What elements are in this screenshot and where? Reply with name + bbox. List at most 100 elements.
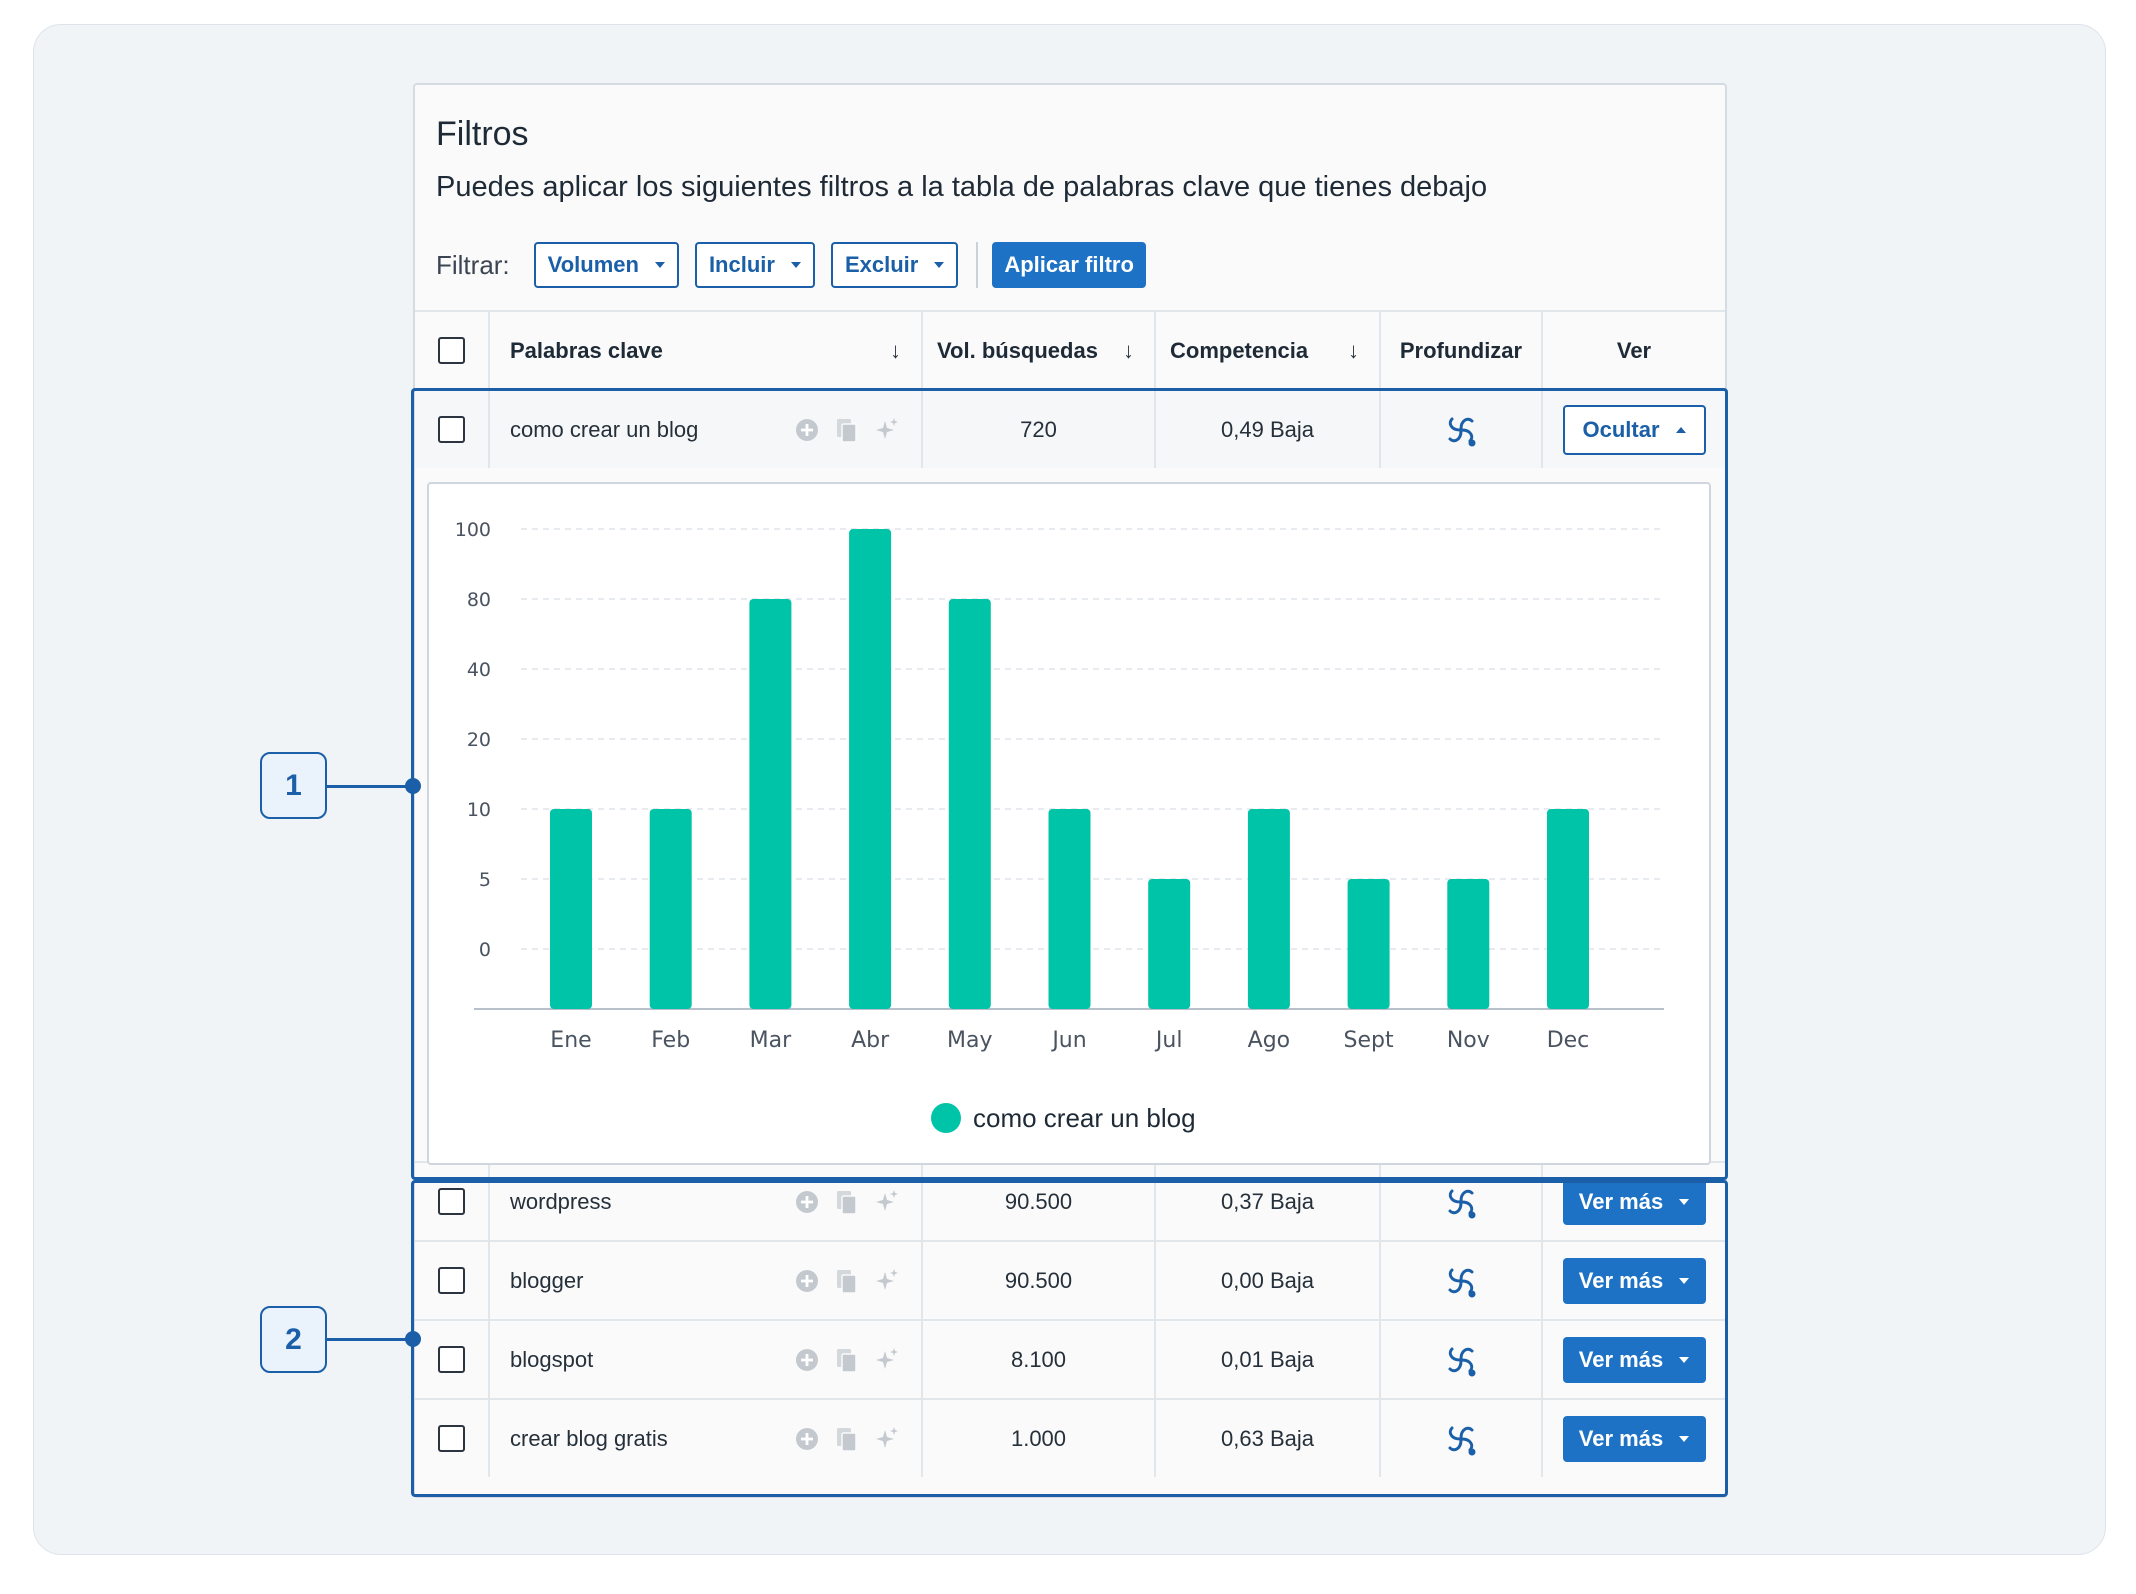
row-checkbox[interactable] bbox=[438, 416, 465, 443]
see-more-label: Ver más bbox=[1578, 1346, 1664, 1372]
x-tick-label: Ago bbox=[1248, 1028, 1290, 1053]
bar bbox=[1247, 809, 1290, 1009]
competition-cell: 0,37 Baja bbox=[1156, 1163, 1381, 1240]
see-more-button[interactable]: Ver más bbox=[1562, 1178, 1706, 1225]
sort-arrow-icon[interactable]: ↓ bbox=[890, 338, 901, 364]
see-more-label: Ver más bbox=[1578, 1188, 1664, 1214]
column-view-label: Ver bbox=[1616, 337, 1652, 363]
filter-bar: Filtrar: Volumen Incluir Excluir Aplicar… bbox=[436, 242, 1146, 288]
view-cell: Ver más bbox=[1543, 1321, 1725, 1398]
table-row: blogspot 8.100 0,01 Baja Ver más bbox=[415, 1319, 1725, 1398]
y-tick-label: 5 bbox=[479, 869, 491, 891]
chevron-up-icon bbox=[1675, 426, 1686, 433]
column-deepen: Profundizar bbox=[1381, 312, 1543, 389]
search-volume-chart: 0 5 10 20 40 80 100 Ene Feb Mar Abr May Jun Jul Ago Sep… bbox=[455, 519, 1664, 1133]
plus-circle-icon[interactable] bbox=[793, 1425, 821, 1453]
volume-cell: 8.100 bbox=[923, 1321, 1156, 1398]
swirl-icon[interactable] bbox=[1441, 1261, 1481, 1301]
chevron-down-icon bbox=[1679, 1356, 1690, 1363]
sparkle-icon[interactable] bbox=[873, 1425, 901, 1453]
row-check-cell bbox=[415, 1321, 490, 1398]
x-tick-label: Nov bbox=[1447, 1028, 1490, 1053]
filter-label: Filtrar: bbox=[436, 249, 510, 280]
volume-cell: 90.500 bbox=[923, 1242, 1156, 1319]
x-tick-label: Jun bbox=[1050, 1028, 1086, 1053]
swirl-icon[interactable] bbox=[1441, 410, 1481, 450]
include-filter-dropdown[interactable]: Incluir bbox=[694, 242, 815, 288]
swirl-icon[interactable] bbox=[1441, 1340, 1481, 1380]
see-more-button[interactable]: Ver más bbox=[1562, 1257, 1706, 1304]
row-checkbox[interactable] bbox=[438, 1188, 465, 1215]
y-tick-label: 10 bbox=[467, 799, 491, 821]
row-check-cell bbox=[415, 1163, 490, 1240]
bar bbox=[1547, 809, 1589, 1009]
sparkle-icon[interactable] bbox=[873, 1188, 901, 1216]
sparkle-icon[interactable] bbox=[873, 1267, 901, 1295]
row-checkbox[interactable] bbox=[438, 1346, 465, 1373]
copy-icon[interactable] bbox=[833, 1188, 861, 1216]
competition-cell: 0,63 Baja bbox=[1156, 1400, 1381, 1477]
y-tick-label: 40 bbox=[467, 659, 491, 681]
x-tick-label: Sept bbox=[1344, 1028, 1394, 1053]
chevron-down-icon bbox=[654, 262, 665, 268]
sort-arrow-icon[interactable]: ↓ bbox=[1348, 338, 1359, 364]
callout-dot-1 bbox=[405, 778, 421, 794]
callout-badge-2: 2 bbox=[260, 1306, 327, 1373]
column-competition[interactable]: Competencia ↓ bbox=[1156, 312, 1381, 389]
swirl-icon[interactable] bbox=[1441, 1182, 1481, 1222]
divider bbox=[976, 242, 979, 288]
bar bbox=[1048, 809, 1091, 1009]
row-checkbox[interactable] bbox=[438, 1267, 465, 1294]
chevron-down-icon bbox=[1679, 1277, 1690, 1284]
plus-circle-icon[interactable] bbox=[793, 1346, 821, 1374]
chevron-down-icon bbox=[934, 262, 945, 268]
column-deepen-label: Profundizar bbox=[1399, 337, 1523, 363]
apply-filter-button[interactable]: Aplicar filtro bbox=[992, 242, 1146, 288]
plus-circle-icon[interactable] bbox=[793, 1267, 821, 1295]
hide-button-label: Ocultar bbox=[1582, 416, 1660, 442]
copy-icon[interactable] bbox=[833, 416, 861, 444]
see-more-button[interactable]: Ver más bbox=[1562, 1415, 1706, 1462]
exclude-filter-label: Excluir bbox=[844, 252, 919, 277]
chart-panel: 0 5 10 20 40 80 100 Ene Feb Mar Abr May Jun Jul Ago Sep… bbox=[427, 482, 1711, 1165]
column-view: Ver bbox=[1543, 312, 1725, 389]
bar bbox=[948, 599, 991, 1009]
x-tick-label: May bbox=[947, 1028, 992, 1053]
view-cell: Ver más bbox=[1543, 1400, 1725, 1477]
x-tick-label: Dec bbox=[1547, 1028, 1590, 1053]
plus-circle-icon[interactable] bbox=[793, 416, 821, 444]
exclude-filter-dropdown[interactable]: Excluir bbox=[830, 242, 959, 288]
bar bbox=[550, 809, 592, 1009]
copy-icon[interactable] bbox=[833, 1267, 861, 1295]
table-row: crear blog gratis 1.000 0,63 Baja Ver má… bbox=[415, 1398, 1725, 1477]
keyword-text: wordpress bbox=[510, 1188, 612, 1214]
deepen-cell bbox=[1381, 1242, 1543, 1319]
bar bbox=[849, 529, 892, 1009]
copy-icon[interactable] bbox=[833, 1346, 861, 1374]
volume-cell: 720 bbox=[923, 391, 1156, 468]
hide-button[interactable]: Ocultar bbox=[1562, 404, 1706, 455]
copy-icon[interactable] bbox=[833, 1425, 861, 1453]
legend-label: como crear un blog bbox=[973, 1103, 1196, 1133]
sort-arrow-icon[interactable]: ↓ bbox=[1123, 338, 1134, 364]
keyword-cell: como crear un blog bbox=[490, 391, 923, 468]
chevron-down-icon bbox=[790, 262, 801, 268]
x-tick-label: Ene bbox=[550, 1028, 591, 1053]
sparkle-icon[interactable] bbox=[873, 416, 901, 444]
sparkle-icon[interactable] bbox=[873, 1346, 901, 1374]
row-checkbox[interactable] bbox=[438, 1425, 465, 1452]
select-all-checkbox[interactable] bbox=[438, 337, 465, 364]
row-check-cell bbox=[415, 391, 490, 468]
callout-dot-2 bbox=[405, 1331, 421, 1347]
volume-cell: 1.000 bbox=[923, 1400, 1156, 1477]
volume-filter-dropdown[interactable]: Volumen bbox=[533, 242, 679, 288]
column-keywords[interactable]: Palabras clave ↓ bbox=[490, 312, 923, 389]
see-more-label: Ver más bbox=[1578, 1267, 1664, 1293]
y-tick-label: 0 bbox=[479, 939, 491, 961]
competition-cell: 0,49 Baja bbox=[1156, 391, 1381, 468]
column-volume[interactable]: Vol. búsquedas ↓ bbox=[923, 312, 1156, 389]
see-more-button[interactable]: Ver más bbox=[1562, 1336, 1706, 1383]
plus-circle-icon[interactable] bbox=[793, 1188, 821, 1216]
swirl-icon[interactable] bbox=[1441, 1419, 1481, 1459]
table-header: Palabras clave ↓ Vol. búsquedas ↓ Compet… bbox=[415, 310, 1725, 389]
